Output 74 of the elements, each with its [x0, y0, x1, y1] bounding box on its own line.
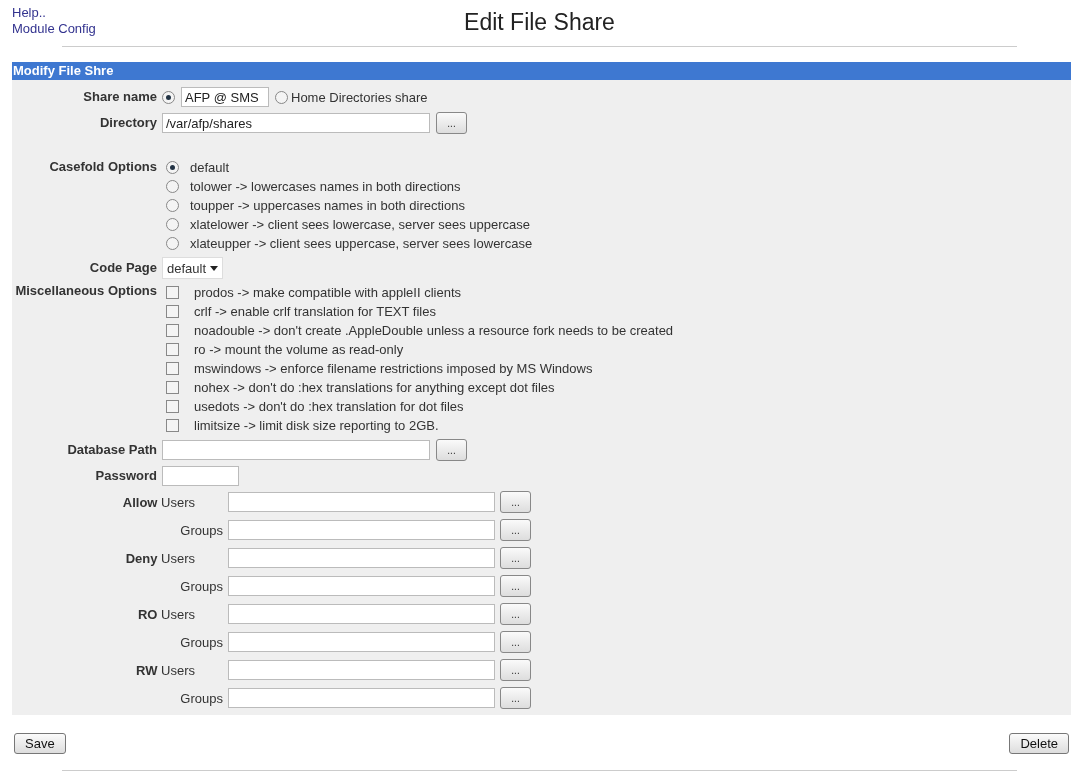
checkbox[interactable]: [166, 362, 179, 375]
groups-field[interactable]: [228, 632, 495, 652]
database-path-field[interactable]: [162, 440, 430, 460]
radio-label: tolower -> lowercases names in both directions: [189, 179, 461, 194]
radio-label: xlatelower -> client sees lowercase, server sees uppercase: [189, 217, 530, 232]
browse-button[interactable]: ...: [500, 491, 531, 513]
groups-label: Groups: [179, 690, 223, 706]
page-title: Edit File Share: [463, 9, 616, 36]
directory-field[interactable]: /var/afp/shares: [162, 113, 430, 133]
delete-button[interactable]: Delete: [1009, 733, 1069, 754]
browse-button[interactable]: ...: [500, 575, 531, 597]
radio-button[interactable]: [275, 90, 288, 104]
checkbox-label: prodos -> make compatible with appleII clients: [193, 285, 461, 300]
groups-label: Groups: [179, 578, 223, 594]
radio-button[interactable]: [166, 180, 179, 193]
groups-field[interactable]: [228, 576, 495, 596]
checkbox-label: crlf -> enable crlf translation for TEXT files: [193, 304, 436, 319]
browse-button[interactable]: ...: [500, 631, 531, 653]
checkbox-label: nohex -> don't do :hex translations for anything except dot files: [193, 380, 555, 395]
browse-button[interactable]: ...: [500, 687, 531, 709]
browse-button[interactable]: ...: [500, 547, 531, 569]
password-field[interactable]: [162, 466, 239, 486]
field-label: Password: [94, 467, 157, 485]
checkbox[interactable]: [166, 381, 179, 394]
users-field[interactable]: [228, 604, 495, 624]
radio-button[interactable]: [166, 199, 179, 212]
radio-label: toupper -> uppercases names in both directions: [189, 198, 465, 213]
field-label: Casefold Options: [48, 158, 157, 176]
checkbox[interactable]: [166, 305, 179, 318]
checkbox[interactable]: [166, 343, 179, 356]
browse-button[interactable]: ...: [500, 519, 531, 541]
checkbox[interactable]: [166, 286, 179, 299]
users-field[interactable]: [228, 548, 495, 568]
field-label: Code Page: [88, 259, 157, 277]
groups-label: Groups: [179, 634, 223, 650]
checkbox-label: ro -> mount the volume as read-only: [193, 342, 404, 357]
users-field[interactable]: [228, 492, 495, 512]
users-label: RO Users: [136, 606, 196, 622]
section-header: Modify File Shre: [12, 62, 1071, 80]
share-name-field[interactable]: AFP @ SMS: [181, 87, 269, 107]
code-page-select[interactable]: default: [162, 257, 224, 279]
field-label: Database Path: [66, 441, 157, 459]
nav-link[interactable]: Help..: [12, 5, 46, 20]
field-label: Miscellaneous Options: [14, 283, 157, 299]
browse-button[interactable]: ...: [436, 112, 467, 134]
browse-button[interactable]: ...: [500, 659, 531, 681]
groups-field[interactable]: [228, 688, 495, 708]
radio-button[interactable]: [162, 90, 175, 104]
users-label: RW Users: [135, 662, 196, 678]
users-label: Deny Users: [124, 550, 196, 566]
radio-label: xlateupper -> client sees uppercase, server sees lowercase: [189, 236, 533, 251]
caret-icon: [210, 265, 219, 271]
checkbox-label: limitsize -> limit disk size reporting to 2GB.: [193, 418, 439, 433]
users-field[interactable]: [228, 660, 495, 680]
checkbox-label: mswindows -> enforce filename restrictions imposed by MS Windows: [193, 361, 593, 376]
groups-field[interactable]: [228, 520, 495, 540]
radio-button[interactable]: [166, 161, 179, 174]
radio-button[interactable]: [166, 237, 179, 250]
nav-link[interactable]: Module Config: [12, 21, 96, 36]
checkbox-label: usedots -> don't do :hex translation for dot files: [193, 399, 464, 414]
radio-label: default: [189, 160, 230, 175]
field-label: Share name: [82, 88, 157, 106]
browse-button[interactable]: ...: [436, 439, 467, 461]
browse-button[interactable]: ...: [500, 603, 531, 625]
radio-label: Home Directories share: [291, 89, 428, 105]
checkbox[interactable]: [166, 400, 179, 413]
field-label: Directory: [98, 114, 157, 132]
users-label: Allow Users: [121, 494, 196, 510]
checkbox[interactable]: [166, 419, 179, 432]
checkbox-label: noadouble -> don't create .AppleDouble unless a resource fork needs to be created: [193, 323, 674, 338]
groups-label: Groups: [179, 522, 223, 538]
checkbox[interactable]: [166, 324, 179, 337]
radio-button[interactable]: [166, 218, 179, 231]
save-button[interactable]: Save: [14, 733, 66, 754]
